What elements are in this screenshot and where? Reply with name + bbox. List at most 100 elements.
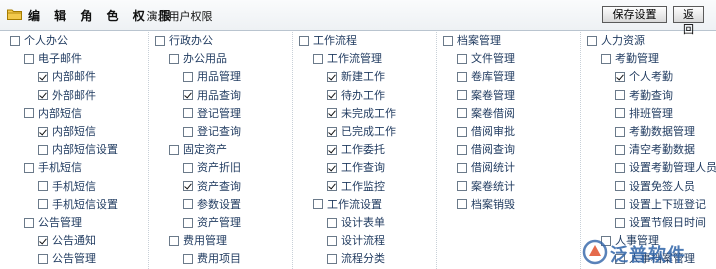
permission-checkbox-row[interactable]: 设计流程 [327,232,385,249]
checkbox-unchecked[interactable] [183,108,193,119]
checkbox-checked[interactable] [38,126,48,137]
checkbox-unchecked[interactable] [169,53,179,64]
checkbox-unchecked[interactable] [169,235,179,246]
checkbox-checked[interactable] [183,181,193,192]
permission-checkbox-row[interactable]: 外部邮件 [38,87,96,104]
permission-checkbox-row[interactable]: 资产管理 [183,214,241,231]
group-checkbox-row[interactable]: 工作流管理 [313,50,382,67]
checkbox-unchecked[interactable] [183,217,193,228]
checkbox-unchecked[interactable] [155,35,165,46]
checkbox-unchecked[interactable] [457,162,467,173]
permission-checkbox-row[interactable]: 设置考勤管理人员 [615,159,716,176]
checkbox-checked[interactable] [327,162,337,173]
checkbox-checked[interactable] [327,71,337,82]
group-checkbox-row[interactable]: 案卷统计 [457,178,515,195]
checkbox-unchecked[interactable] [313,53,323,64]
group-checkbox-row[interactable]: 借阅查询 [457,141,515,158]
permission-checkbox-row[interactable]: 公告管理 [38,250,96,267]
group-checkbox-row[interactable]: 借阅审批 [457,123,515,140]
checkbox-unchecked[interactable] [327,253,337,264]
checkbox-unchecked[interactable] [10,35,20,46]
group-checkbox-row[interactable]: 卷库管理 [457,68,515,85]
checkbox-checked[interactable] [183,90,193,101]
save-settings-button[interactable]: 保存设置 [602,6,667,23]
permission-checkbox-row[interactable]: 设置节假日时间 [615,214,706,231]
checkbox-unchecked[interactable] [457,90,467,101]
group-checkbox-row[interactable]: 办公用品 [169,50,227,67]
permission-checkbox-row[interactable]: 内部短信 [38,123,96,140]
checkbox-unchecked[interactable] [24,217,34,228]
checkbox-checked[interactable] [327,108,337,119]
group-checkbox-row[interactable]: 手机短信 [24,159,82,176]
checkbox-unchecked[interactable] [457,126,467,137]
checkbox-checked[interactable] [615,71,625,82]
permission-checkbox-row[interactable]: 排班管理 [615,105,673,122]
checkbox-checked[interactable] [327,90,337,101]
module-checkbox-row[interactable]: 人力资源 [587,32,645,49]
permission-checkbox-row[interactable]: 用品查询 [183,87,241,104]
checkbox-unchecked[interactable] [615,108,625,119]
checkbox-unchecked[interactable] [587,35,597,46]
checkbox-checked[interactable] [327,181,337,192]
group-checkbox-row[interactable]: 档案销毁 [457,196,515,213]
group-checkbox-row[interactable]: 电子邮件 [24,50,82,67]
checkbox-unchecked[interactable] [183,126,193,137]
checkbox-unchecked[interactable] [615,217,625,228]
checkbox-unchecked[interactable] [457,71,467,82]
checkbox-unchecked[interactable] [38,144,48,155]
module-checkbox-row[interactable]: 档案管理 [443,32,501,49]
module-checkbox-row[interactable]: 工作流程 [299,32,357,49]
checkbox-unchecked[interactable] [24,53,34,64]
permission-checkbox-row[interactable]: 工作监控 [327,178,385,195]
permission-checkbox-row[interactable]: 登记查询 [183,123,241,140]
permission-checkbox-row[interactable]: 用品管理 [183,68,241,85]
permission-checkbox-row[interactable]: 费用项目 [183,250,241,267]
permission-checkbox-row[interactable]: 考勤查询 [615,87,673,104]
permission-checkbox-row[interactable]: 内部短信设置 [38,141,118,158]
group-checkbox-row[interactable]: 借阅统计 [457,159,515,176]
permission-checkbox-row[interactable]: 内部邮件 [38,68,96,85]
module-checkbox-row[interactable]: 个人办公 [10,32,68,49]
group-checkbox-row[interactable]: 案卷借阅 [457,105,515,122]
checkbox-unchecked[interactable] [38,181,48,192]
checkbox-unchecked[interactable] [183,199,193,210]
permission-checkbox-row[interactable]: 设置免签人员 [615,178,695,195]
checkbox-unchecked[interactable] [327,217,337,228]
checkbox-unchecked[interactable] [457,199,467,210]
back-button[interactable]: 返回 [673,6,704,36]
checkbox-unchecked[interactable] [615,162,625,173]
checkbox-unchecked[interactable] [457,53,467,64]
checkbox-checked[interactable] [327,144,337,155]
checkbox-unchecked[interactable] [615,144,625,155]
group-checkbox-row[interactable]: 案卷管理 [457,87,515,104]
permission-checkbox-row[interactable]: 工作委托 [327,141,385,158]
permission-checkbox-row[interactable]: 手机短信设置 [38,196,118,213]
checkbox-unchecked[interactable] [457,108,467,119]
checkbox-unchecked[interactable] [183,71,193,82]
checkbox-unchecked[interactable] [313,199,323,210]
group-checkbox-row[interactable]: 考勤管理 [601,50,659,67]
checkbox-unchecked[interactable] [183,253,193,264]
checkbox-unchecked[interactable] [169,144,179,155]
permission-checkbox-row[interactable]: 手机短信 [38,178,96,195]
checkbox-unchecked[interactable] [457,181,467,192]
permission-checkbox-row[interactable]: 参数设置 [183,196,241,213]
checkbox-checked[interactable] [38,71,48,82]
checkbox-unchecked[interactable] [615,199,625,210]
permission-checkbox-row[interactable]: 个人考勤 [615,68,673,85]
permission-checkbox-row[interactable]: 公告通知 [38,232,96,249]
permission-checkbox-row[interactable]: 待办工作 [327,87,385,104]
group-checkbox-row[interactable]: 文件管理 [457,50,515,67]
permission-checkbox-row[interactable]: 工作查询 [327,159,385,176]
checkbox-unchecked[interactable] [299,35,309,46]
permission-checkbox-row[interactable]: 未完成工作 [327,105,396,122]
group-checkbox-row[interactable]: 固定资产 [169,141,227,158]
checkbox-unchecked[interactable] [38,199,48,210]
checkbox-checked[interactable] [327,126,337,137]
permission-checkbox-row[interactable]: 设置上下班登记 [615,196,706,213]
checkbox-unchecked[interactable] [615,126,625,137]
permission-checkbox-row[interactable]: 设计表单 [327,214,385,231]
checkbox-unchecked[interactable] [183,162,193,173]
checkbox-unchecked[interactable] [457,144,467,155]
checkbox-unchecked[interactable] [327,235,337,246]
